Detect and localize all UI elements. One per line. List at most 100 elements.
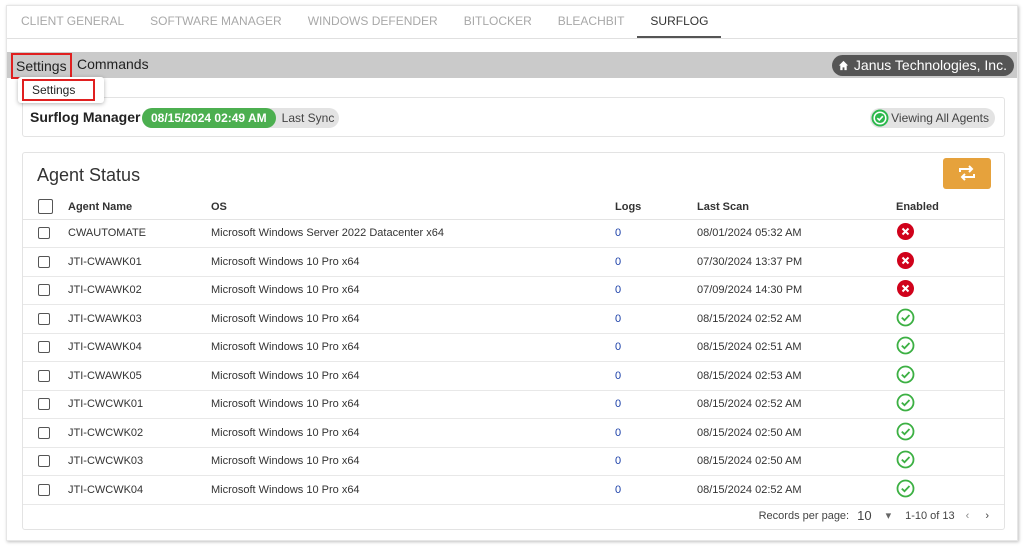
page-range: 1-10 of 13 (905, 509, 955, 522)
agent-name: JTI-CWAWK02 (68, 276, 211, 305)
agent-last-scan: 08/15/2024 02:53 AM (697, 361, 896, 391)
tab-bitlocker[interactable]: BITLOCKER (451, 6, 545, 38)
check-circle-icon (871, 109, 889, 127)
enabled-check-icon[interactable] (896, 422, 915, 444)
agent-logs[interactable]: 0 (615, 447, 697, 476)
table-row[interactable]: JTI-CWAWK01 Microsoft Windows 10 Pro x64… (23, 247, 1004, 277)
tab-windows-defender[interactable]: WINDOWS DEFENDER (295, 6, 451, 38)
enabled-check-icon[interactable] (896, 450, 915, 472)
row-checkbox[interactable] (38, 341, 50, 354)
agent-logs[interactable]: 0 (615, 418, 697, 448)
agent-status-card: Agent Status Agent Name OS Logs Last Sca… (22, 152, 1005, 530)
table-row[interactable]: JTI-CWCWK01 Microsoft Windows 10 Pro x64… (23, 390, 1004, 419)
row-checkbox[interactable] (38, 426, 50, 439)
agent-table: Agent Name OS Logs Last Scan Enabled CWA… (23, 195, 1004, 505)
enabled-check-icon[interactable] (896, 479, 915, 501)
tab-software-manager[interactable]: SOFTWARE MANAGER (137, 6, 295, 38)
row-checkbox[interactable] (38, 398, 50, 411)
row-checkbox[interactable] (38, 369, 50, 382)
agent-logs[interactable]: 0 (615, 361, 697, 391)
agent-os: Microsoft Windows 10 Pro x64 (211, 418, 615, 448)
row-checkbox[interactable] (38, 227, 50, 240)
viewing-label: Viewing All Agents (891, 111, 989, 125)
manager-title: Surflog Manager (30, 109, 141, 125)
col-agent-name[interactable]: Agent Name (68, 195, 211, 220)
agent-logs[interactable]: 0 (615, 333, 697, 362)
agent-last-scan: 08/01/2024 05:32 AM (697, 219, 896, 248)
col-logs[interactable]: Logs (615, 195, 697, 220)
table-row[interactable]: JTI-CWCWK02 Microsoft Windows 10 Pro x64… (23, 418, 1004, 448)
agent-last-scan: 08/15/2024 02:52 AM (697, 475, 896, 505)
caret-down-icon[interactable]: ▾ (886, 509, 892, 522)
enabled-check-icon[interactable] (896, 308, 915, 330)
agent-name: JTI-CWAWK05 (68, 361, 211, 391)
disabled-x-icon[interactable] (896, 251, 915, 273)
viewing-all-agents-badge[interactable]: Viewing All Agents (870, 108, 995, 128)
commands-menu[interactable]: Commands (74, 53, 152, 75)
pagination: Records per page: 10 ▾ 1-10 of 13 ‹ › (759, 508, 994, 523)
agent-os: Microsoft Windows 10 Pro x64 (211, 247, 615, 277)
col-os[interactable]: OS (211, 195, 615, 220)
agent-logs[interactable]: 0 (615, 475, 697, 505)
records-per-page-label: Records per page: (758, 509, 850, 522)
row-checkbox[interactable] (38, 312, 50, 325)
agent-name: JTI-CWCWK04 (68, 475, 211, 505)
col-enabled[interactable]: Enabled (896, 195, 1004, 220)
row-checkbox[interactable] (38, 483, 50, 496)
disabled-x-icon[interactable] (896, 280, 915, 301)
settings-menu[interactable]: Settings (11, 53, 72, 79)
tab-bar: CLIENT GENERAL SOFTWARE MANAGER WINDOWS … (7, 6, 1017, 39)
enabled-check-icon[interactable] (896, 365, 915, 387)
col-last-scan[interactable]: Last Scan (697, 195, 896, 220)
agent-name: JTI-CWCWK03 (68, 447, 211, 476)
table-row[interactable]: CWAUTOMATE Microsoft Windows Server 2022… (23, 219, 1004, 248)
records-per-page-select[interactable]: 10 (857, 508, 871, 523)
dropdown-item-settings[interactable]: Settings (22, 79, 95, 101)
agent-last-scan: 08/15/2024 02:52 AM (697, 390, 896, 419)
tab-bleachbit[interactable]: BLEACHBIT (545, 6, 638, 38)
agent-name: JTI-CWCWK01 (68, 390, 211, 419)
agent-last-scan: 07/30/2024 13:37 PM (697, 247, 896, 277)
agent-logs[interactable]: 0 (615, 247, 697, 277)
sync-agents-button[interactable] (943, 158, 991, 189)
prev-page-icon[interactable]: ‹ (961, 510, 975, 522)
table-row[interactable]: JTI-CWAWK04 Microsoft Windows 10 Pro x64… (23, 333, 1004, 362)
agent-name: JTI-CWAWK01 (68, 247, 211, 277)
company-badge[interactable]: Janus Technologies, Inc. (831, 55, 1014, 76)
agent-logs[interactable]: 0 (615, 276, 697, 305)
agent-os: Microsoft Windows 10 Pro x64 (211, 361, 615, 391)
agent-last-scan: 08/15/2024 02:51 AM (697, 333, 896, 362)
table-row[interactable]: JTI-CWCWK04 Microsoft Windows 10 Pro x64… (23, 475, 1004, 505)
agent-name: JTI-CWAWK03 (68, 304, 211, 334)
row-checkbox[interactable] (38, 255, 50, 268)
tab-client-general[interactable]: CLIENT GENERAL (21, 6, 137, 38)
next-page-icon[interactable]: › (980, 510, 994, 522)
table-row[interactable]: JTI-CWCWK03 Microsoft Windows 10 Pro x64… (23, 447, 1004, 476)
disabled-x-icon[interactable] (896, 223, 915, 244)
agent-last-scan: 08/15/2024 02:52 AM (697, 304, 896, 334)
row-checkbox[interactable] (38, 284, 50, 297)
agent-os: Microsoft Windows 10 Pro x64 (211, 276, 615, 305)
enabled-check-icon[interactable] (896, 393, 915, 415)
agent-logs[interactable]: 0 (615, 219, 697, 248)
table-row[interactable]: JTI-CWAWK05 Microsoft Windows 10 Pro x64… (23, 361, 1004, 391)
row-checkbox[interactable] (38, 455, 50, 468)
agent-os: Microsoft Windows 10 Pro x64 (211, 333, 615, 362)
agent-last-scan: 07/09/2024 14:30 PM (697, 276, 896, 305)
agent-os: Microsoft Windows 10 Pro x64 (211, 390, 615, 419)
swap-arrows-icon (959, 165, 975, 181)
tab-surflog[interactable]: SURFLOG (637, 6, 722, 38)
company-name: Janus Technologies, Inc. (853, 57, 1007, 73)
table-row[interactable]: JTI-CWAWK03 Microsoft Windows 10 Pro x64… (23, 304, 1004, 334)
sync-date: 08/15/2024 02:49 AM (142, 108, 276, 128)
agent-name: JTI-CWCWK02 (68, 418, 211, 448)
agent-logs[interactable]: 0 (615, 390, 697, 419)
select-all-checkbox[interactable] (38, 199, 53, 215)
agent-name: CWAUTOMATE (68, 219, 211, 248)
enabled-check-icon[interactable] (896, 336, 915, 358)
home-icon (838, 60, 849, 71)
agent-logs[interactable]: 0 (615, 304, 697, 334)
agent-os: Microsoft Windows 10 Pro x64 (211, 304, 615, 334)
table-row[interactable]: JTI-CWAWK02 Microsoft Windows 10 Pro x64… (23, 276, 1004, 305)
manager-header: Surflog Manager 08/15/2024 02:49 AM Last… (22, 97, 1005, 137)
